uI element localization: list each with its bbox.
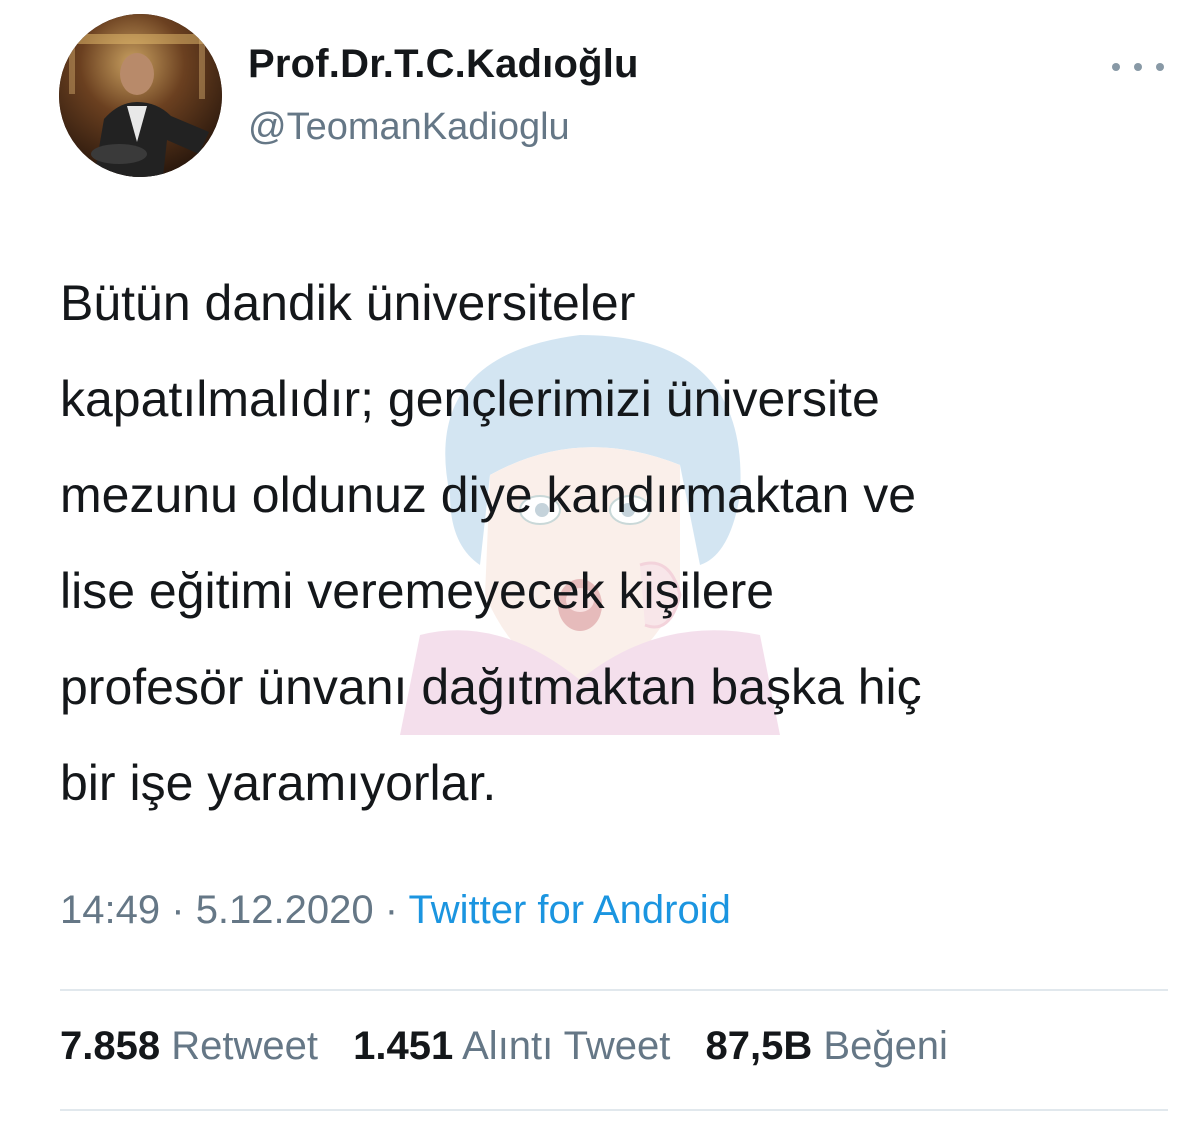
- dot: [1156, 63, 1164, 71]
- profile-photo-icon: [59, 14, 222, 177]
- tweet-text: Bütün dandik üniversiteler kapatılmalıdı…: [60, 275, 922, 811]
- author-display-name[interactable]: Prof.Dr.T.C.Kadıoğlu: [248, 42, 639, 87]
- divider: [60, 1109, 1168, 1111]
- tweet-card: Prof.Dr.T.C.Kadıoğlu @TeomanKadioglu Büt…: [0, 0, 1200, 1121]
- quote-number: 1.451: [353, 1024, 454, 1068]
- retweet-number: 7.858: [60, 1024, 161, 1068]
- retweet-label: Retweet: [171, 1024, 318, 1068]
- author-handle[interactable]: @TeomanKadioglu: [248, 106, 570, 149]
- tweet-source-link[interactable]: Twitter for Android: [408, 888, 730, 932]
- divider: [60, 989, 1168, 991]
- like-label: Beğeni: [823, 1024, 948, 1068]
- ellipsis-icon[interactable]: [1112, 52, 1164, 82]
- dot: [1134, 63, 1142, 71]
- like-count[interactable]: 87,5B Beğeni: [706, 1024, 948, 1068]
- tweet-time[interactable]: 14:49: [60, 888, 160, 932]
- meta-separator: ·: [171, 888, 185, 932]
- like-number: 87,5B: [705, 1024, 813, 1068]
- meta-separator: ·: [384, 888, 399, 932]
- tweet-stats: 7.858 Retweet 1.451 Alıntı Tweet 87,5B B…: [60, 1024, 972, 1069]
- tweet-meta: 14:49 · 5.12.2020 · Twitter for Android: [60, 888, 731, 933]
- avatar[interactable]: [59, 14, 222, 177]
- quote-tweet-count[interactable]: 1.451 Alıntı Tweet: [353, 1024, 670, 1068]
- retweet-count[interactable]: 7.858 Retweet: [60, 1024, 318, 1068]
- tweet-date[interactable]: 5.12.2020: [196, 888, 374, 932]
- dot: [1112, 63, 1120, 71]
- quote-label: Alıntı Tweet: [462, 1024, 671, 1068]
